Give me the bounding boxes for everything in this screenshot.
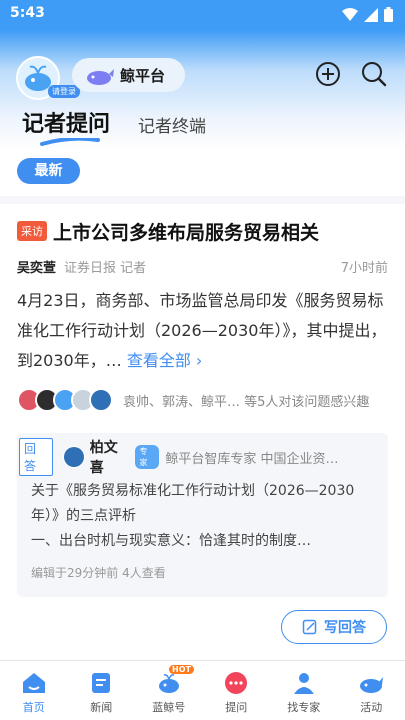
nav-label: 活动 — [360, 701, 383, 714]
status-time: 5:43 — [10, 5, 45, 21]
interview-tag: 采访 — [17, 221, 47, 241]
nav-home[interactable]: 首页 — [0, 661, 68, 720]
news-icon — [92, 673, 111, 693]
tab-bar: 记者提问 记者终端 — [0, 102, 405, 148]
status-icons — [342, 7, 393, 22]
add-circle-icon — [316, 62, 340, 86]
hot-badge: HOT — [169, 665, 194, 674]
wifi-icon — [342, 7, 358, 21]
search-icon — [362, 62, 387, 87]
edit-icon — [302, 619, 317, 635]
answer-line-2: 一、出台时机与现实意义：恰逢其时的制度… — [31, 533, 311, 549]
question-title-row[interactable]: 采访 上市公司多维布局服务贸易相关 — [17, 218, 397, 244]
nav-label: 提问 — [225, 701, 248, 714]
answer-meta: 编辑于29分钟前 4人查看 — [31, 566, 166, 580]
answer-card[interactable]: 回答 柏文喜 专家 鲸平台智库专家 中国企业资… 关于《服务贸易标准化工作行动计… — [17, 433, 388, 597]
write-answer-button[interactable]: 写回答 — [281, 610, 387, 644]
ask-icon — [225, 672, 248, 694]
expert-avatar[interactable] — [62, 446, 85, 468]
author-row: 吴奕萱 证券日报 记者 7小时前 — [17, 256, 388, 276]
write-answer-label: 写回答 — [324, 620, 366, 636]
answer-body: 关于《服务贸易标准化工作行动计划（2026—2030年）》的三点评析 一、出台时… — [31, 479, 379, 554]
expert-icon — [293, 673, 314, 694]
nav-label: 找专家 — [287, 701, 321, 714]
home-icon — [22, 673, 45, 693]
expert-badge: 专家 — [135, 445, 160, 469]
nav-whale-account[interactable]: HOT 蓝鲸号 — [135, 661, 203, 720]
activity-icon — [360, 677, 384, 693]
nav-ask[interactable]: 提问 — [203, 661, 271, 720]
status-bar: 5:43 — [0, 0, 405, 30]
search-button[interactable] — [360, 60, 388, 88]
nav-find-expert[interactable]: 找专家 — [270, 661, 338, 720]
expert-title: 鲸平台智库专家 中国企业资… — [165, 451, 339, 467]
login-badge[interactable]: 请登录 — [48, 85, 80, 98]
author-affiliation: 证券日报 记者 — [64, 260, 147, 276]
nav-activity[interactable]: 活动 — [338, 661, 405, 720]
answer-header: 回答 柏文喜 专家 鲸平台智库专家 中国企业资… — [19, 438, 379, 476]
nav-label: 首页 — [22, 701, 45, 714]
nav-news[interactable]: 新闻 — [68, 661, 136, 720]
interested-users[interactable]: 袁帅、郭涛、鲸平… 等5人对该问题感兴趣 — [17, 387, 392, 413]
nav-label: 蓝鲸号 — [152, 701, 186, 714]
section-divider — [0, 196, 405, 204]
author-name[interactable]: 吴奕萱 — [17, 257, 56, 276]
bottom-nav: 首页 新闻 HOT 蓝鲸号 提问 找专家 活动 — [0, 660, 405, 720]
tab-reporter-questions[interactable]: 记者提问 — [22, 106, 110, 138]
nav-label: 新闻 — [90, 701, 113, 714]
whale-icon — [87, 69, 114, 85]
tab-reporter-terminal[interactable]: 记者终端 — [138, 112, 206, 137]
platform-label: 鲸平台 — [120, 66, 166, 85]
question-feed: 最新 采访 上市公司多维布局服务贸易相关 吴奕萱 证券日报 记者 7小时前 4月… — [0, 148, 405, 660]
answer-line-1: 关于《服务贸易标准化工作行动计划（2026—2030年）》的三点评析 — [31, 483, 355, 524]
add-button[interactable] — [314, 60, 342, 88]
view-all-link[interactable]: 查看全部 › — [127, 351, 203, 370]
avatar — [89, 388, 113, 412]
latest-filter-button[interactable]: 最新 — [17, 158, 80, 184]
question-body[interactable]: 4月23日，商务部、市场监管总局印发《服务贸易标准化工作行动计划（2026—20… — [17, 286, 389, 376]
answer-tag: 回答 — [19, 438, 53, 476]
battery-icon — [384, 7, 393, 22]
platform-switch[interactable]: 鲸平台 — [72, 58, 185, 92]
post-time: 7小时前 — [340, 260, 388, 276]
signal-icon — [364, 7, 378, 22]
interested-text: 袁帅、郭涛、鲸平… 等5人对该问题感兴趣 — [123, 394, 370, 410]
question-title[interactable]: 上市公司多维布局服务贸易相关 — [53, 218, 319, 245]
expert-name[interactable]: 柏文喜 — [90, 437, 132, 477]
tab-active-underline — [40, 138, 100, 146]
whale-icon — [158, 674, 179, 693]
